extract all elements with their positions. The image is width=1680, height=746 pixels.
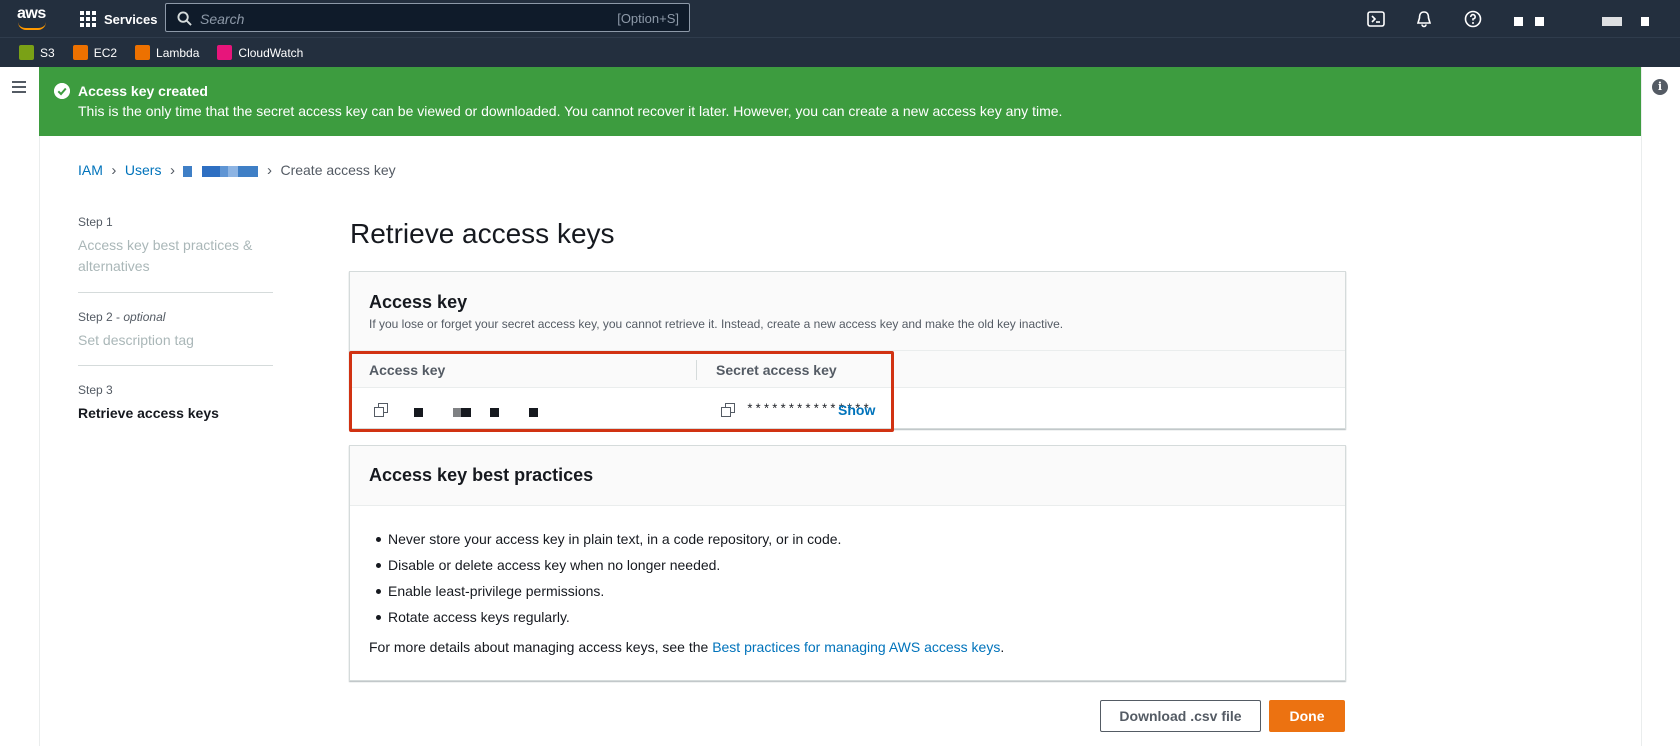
right-divider <box>1641 67 1642 746</box>
wizard-step-3[interactable]: Step 3 Retrieve access keys <box>78 366 273 424</box>
list-item: Enable least-privilege permissions. <box>369 581 841 607</box>
breadcrumb-users[interactable]: Users <box>125 162 162 178</box>
step-name-active: Retrieve access keys <box>78 405 219 421</box>
panel-description: If you lose or forget your secret access… <box>369 317 1064 331</box>
keys-highlight-annotation <box>349 351 894 432</box>
flash-title: Access key created <box>78 83 208 99</box>
list-item: Disable or delete access key when no lon… <box>369 555 841 581</box>
download-csv-button[interactable]: Download .csv file <box>1100 700 1261 732</box>
wizard-step-1[interactable]: Step 1 Access key best practices & alter… <box>78 215 273 293</box>
search-placeholder: Search <box>200 11 245 27</box>
best-practices-panel: Access key best practices Never store yo… <box>349 445 1346 681</box>
top-navigation: aws Services Search [Option+S] <box>0 0 1680 37</box>
services-label: Services <box>104 11 158 27</box>
panel-header: Access key If you lose or forget your se… <box>350 272 1345 350</box>
search-input[interactable]: Search [Option+S] <box>165 3 690 32</box>
favorites-bar: S3 EC2 Lambda CloudWatch <box>0 37 1680 67</box>
breadcrumb-username-redacted[interactable] <box>183 163 259 177</box>
favorite-s3[interactable]: S3 <box>19 45 55 60</box>
page-title: Retrieve access keys <box>350 218 615 249</box>
success-check-icon <box>54 83 70 99</box>
chevron-right-icon: › <box>169 161 175 179</box>
breadcrumb: IAM › Users › › Create access key <box>78 160 396 180</box>
favorite-cloudwatch[interactable]: CloudWatch <box>217 45 303 60</box>
step-optional-label: optional <box>123 310 166 324</box>
step-number: Step 2 - optional <box>78 310 166 324</box>
favorite-label: Lambda <box>156 45 200 60</box>
panel-title: Access key best practices <box>369 465 594 485</box>
step-number: Step 1 <box>78 215 113 229</box>
info-panel-icon[interactable]: i <box>1652 79 1668 95</box>
step-name: Access key best practices & alternatives <box>78 237 253 274</box>
cloudwatch-icon <box>217 45 233 60</box>
breadcrumb-current: Create access key <box>280 162 396 178</box>
search-shortcut: [Option+S] <box>617 11 679 26</box>
services-menu-button[interactable]: Services <box>80 9 158 29</box>
more-details-prefix: For more details about managing access k… <box>369 639 709 655</box>
panel-title: Access key <box>369 292 468 312</box>
aws-logo[interactable]: aws <box>17 6 49 30</box>
notifications-bell-icon[interactable] <box>1414 9 1434 29</box>
help-icon[interactable] <box>1463 9 1483 29</box>
chevron-right-icon: › <box>111 161 117 179</box>
grid-icon <box>80 11 96 27</box>
lambda-icon <box>135 45 151 60</box>
left-divider <box>39 67 40 746</box>
ec2-icon <box>72 45 88 60</box>
chevron-right-icon: › <box>266 161 272 179</box>
list-item: Rotate access keys regularly. <box>369 607 841 633</box>
step-number: Step 3 <box>78 383 113 397</box>
favorite-label: S3 <box>40 45 55 60</box>
panel-header: Access key best practices <box>350 446 1345 506</box>
side-navigation-toggle-icon[interactable] <box>12 81 26 93</box>
wizard-steps: Step 1 Access key best practices & alter… <box>78 215 273 424</box>
success-flash-banner: Access key created This is the only time… <box>39 67 1641 136</box>
s3-icon <box>19 45 34 60</box>
cloudshell-icon[interactable] <box>1366 9 1386 29</box>
best-practices-link[interactable]: Best practices for managing AWS access k… <box>712 639 1000 655</box>
favorite-label: EC2 <box>93 45 118 60</box>
favorite-label: CloudWatch <box>238 45 304 60</box>
search-icon <box>177 11 192 26</box>
step-number-label: Step 2 <box>78 310 113 324</box>
step-name: Set description tag <box>78 332 194 348</box>
breadcrumb-iam[interactable]: IAM <box>78 162 103 178</box>
list-item: Never store your access key in plain tex… <box>369 529 841 555</box>
flash-message: This is the only time that the secret ac… <box>78 103 1063 119</box>
more-details-text: For more details about managing access k… <box>369 639 1004 655</box>
done-button[interactable]: Done <box>1269 700 1345 732</box>
best-practices-list: Never store your access key in plain tex… <box>369 529 841 633</box>
more-details-suffix: . <box>1000 639 1005 655</box>
wizard-step-2[interactable]: Step 2 - optional Set description tag <box>78 293 273 366</box>
favorite-lambda[interactable]: Lambda <box>135 45 199 60</box>
favorite-ec2[interactable]: EC2 <box>72 45 118 60</box>
